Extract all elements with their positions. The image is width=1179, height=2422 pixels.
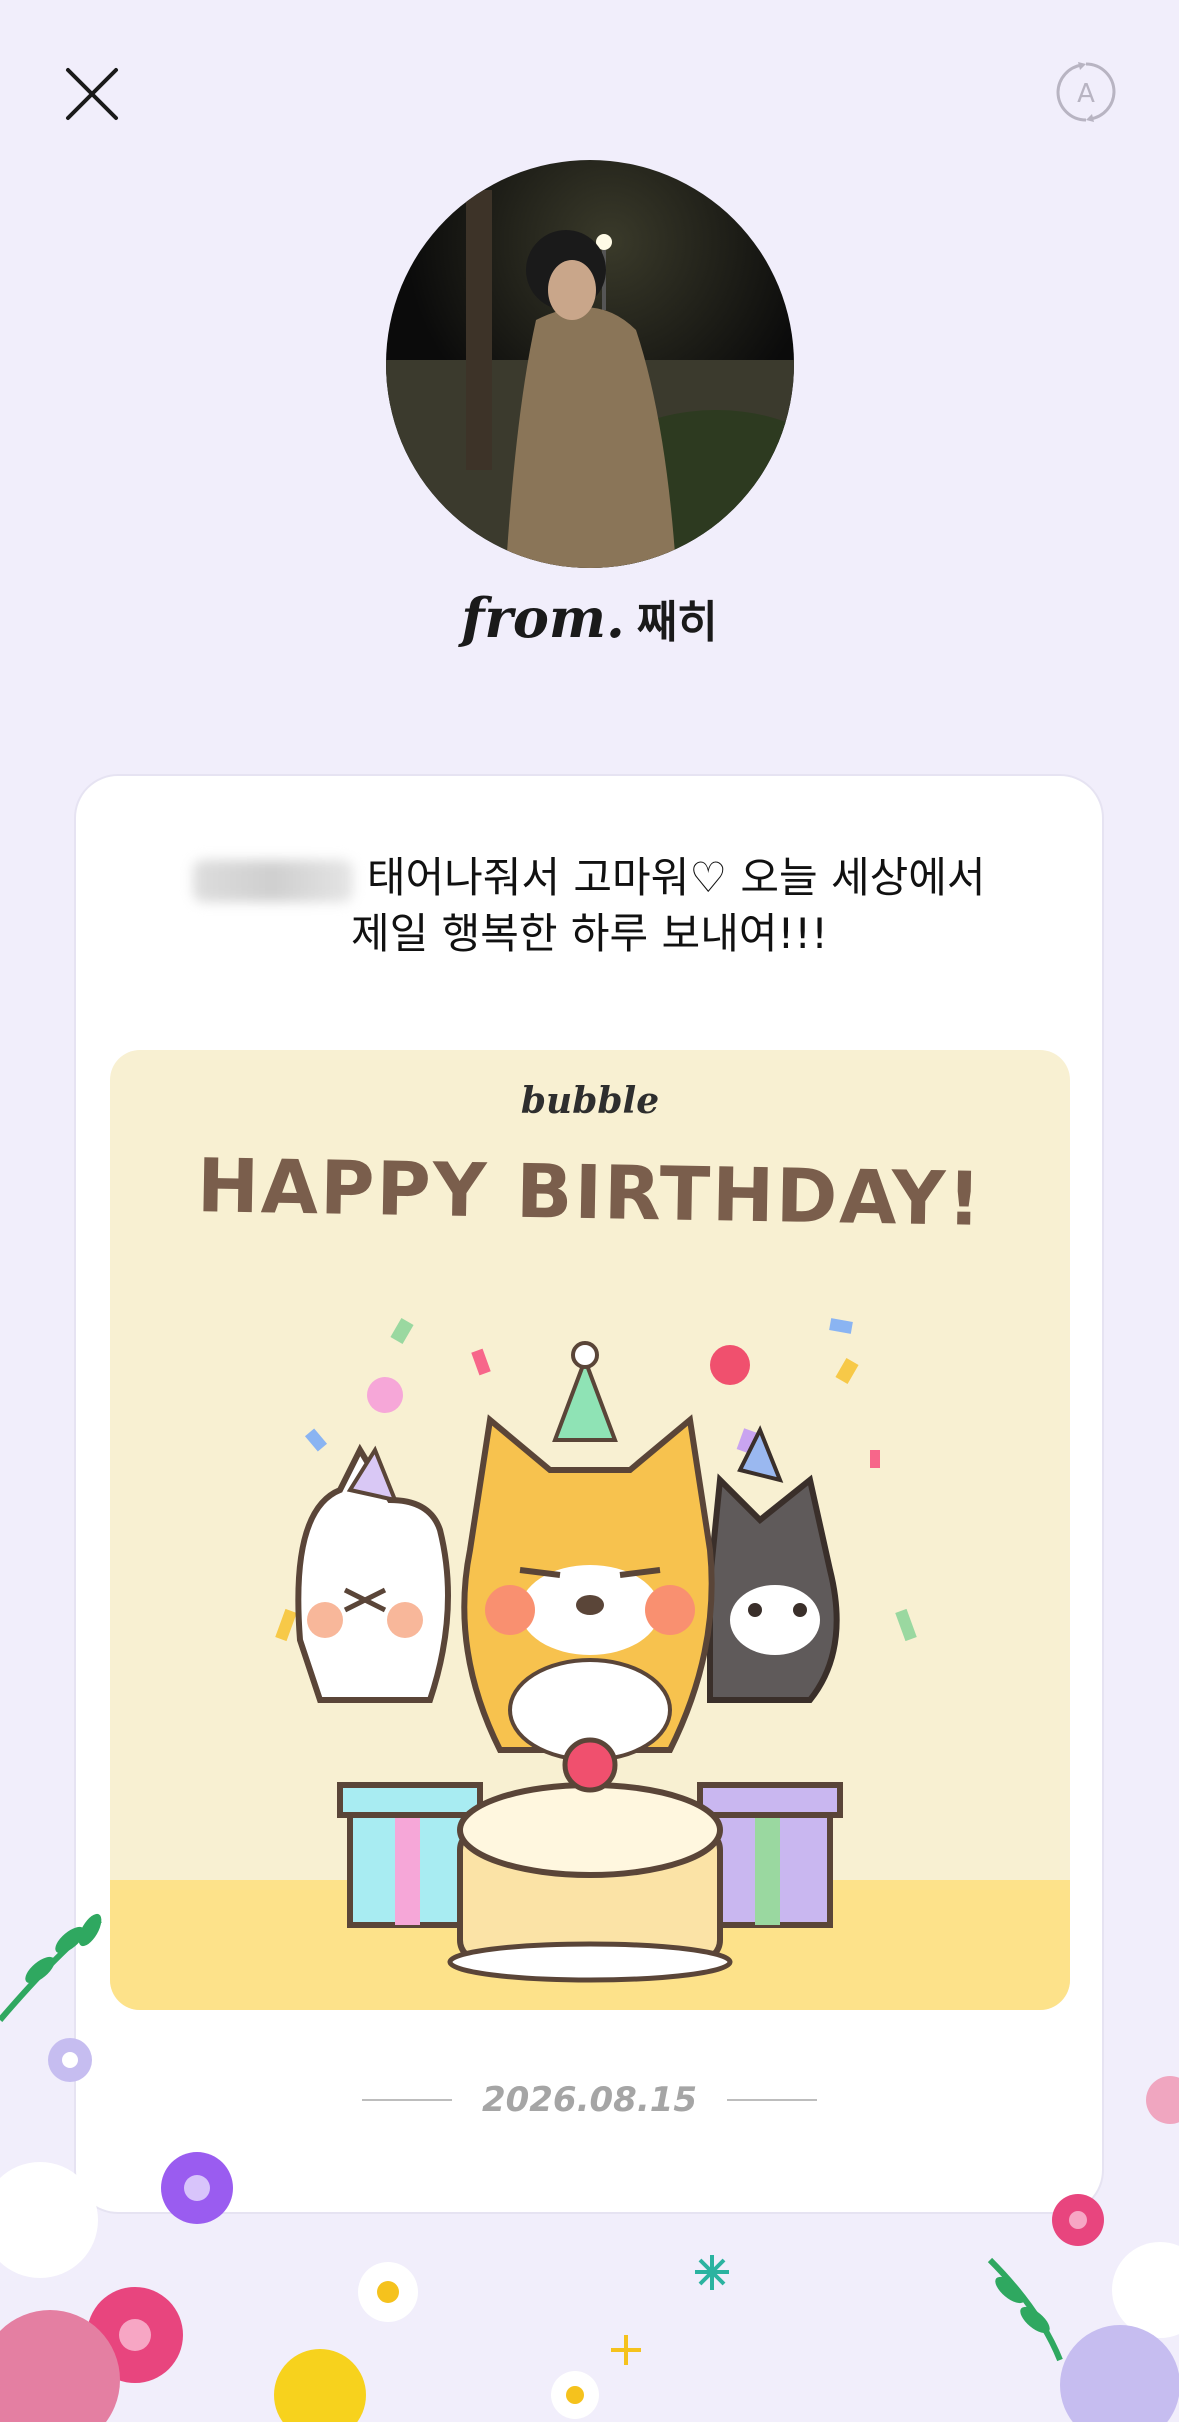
message-line-1: 태어나줘서 고마워♡ 오늘 세상에서 — [0, 850, 1179, 906]
sender-line: from. 째히 — [0, 586, 1179, 650]
leaf-sprig-right — [987, 2257, 1063, 2362]
flower-yellow — [274, 2349, 366, 2422]
flower-rose-left — [0, 2310, 120, 2422]
cake — [447, 1737, 733, 1983]
yellow-dog — [461, 1341, 715, 1762]
white-dog — [295, 1443, 451, 1703]
party-dogs-illustration — [275, 1317, 917, 1983]
letter-message: 태어나줘서 고마워♡ 오늘 세상에서 제일 행복한 하루 보내여!!! — [0, 850, 1179, 962]
sender-avatar — [386, 160, 794, 568]
flower-lilac-right — [1060, 2325, 1179, 2422]
from-label: from. — [461, 586, 625, 650]
flower-pink — [87, 2287, 183, 2383]
black-dog — [707, 1425, 840, 1703]
svg-text:A: A — [1077, 79, 1095, 109]
letter-date: 2026.08.15 — [481, 2080, 698, 2120]
date-row: 2026.08.15 — [0, 2080, 1179, 2120]
date-divider-right — [727, 2099, 818, 2101]
date-divider-left — [361, 2099, 452, 2101]
yellow-sparkle — [611, 2335, 641, 2365]
message-line-2: 제일 행복한 하루 보내여!!! — [351, 909, 828, 958]
message-line-1-text: 태어나줘서 고마워♡ 오늘 세상에서 — [366, 853, 986, 902]
translate-icon: A — [1056, 62, 1116, 122]
flower-white-right — [1112, 2242, 1179, 2338]
translate-button[interactable]: A — [1054, 60, 1118, 124]
close-button[interactable] — [60, 62, 124, 126]
sender-name: 째히 — [636, 597, 718, 648]
close-icon — [66, 68, 118, 120]
birthday-card-image: bubble HAPPY BIRTHDAY! — [110, 1050, 1070, 2010]
flower-daisy — [358, 2262, 418, 2322]
flower-daisy-small — [551, 2371, 599, 2419]
teal-sparkle — [695, 2255, 729, 2290]
redacted-name — [193, 859, 354, 902]
